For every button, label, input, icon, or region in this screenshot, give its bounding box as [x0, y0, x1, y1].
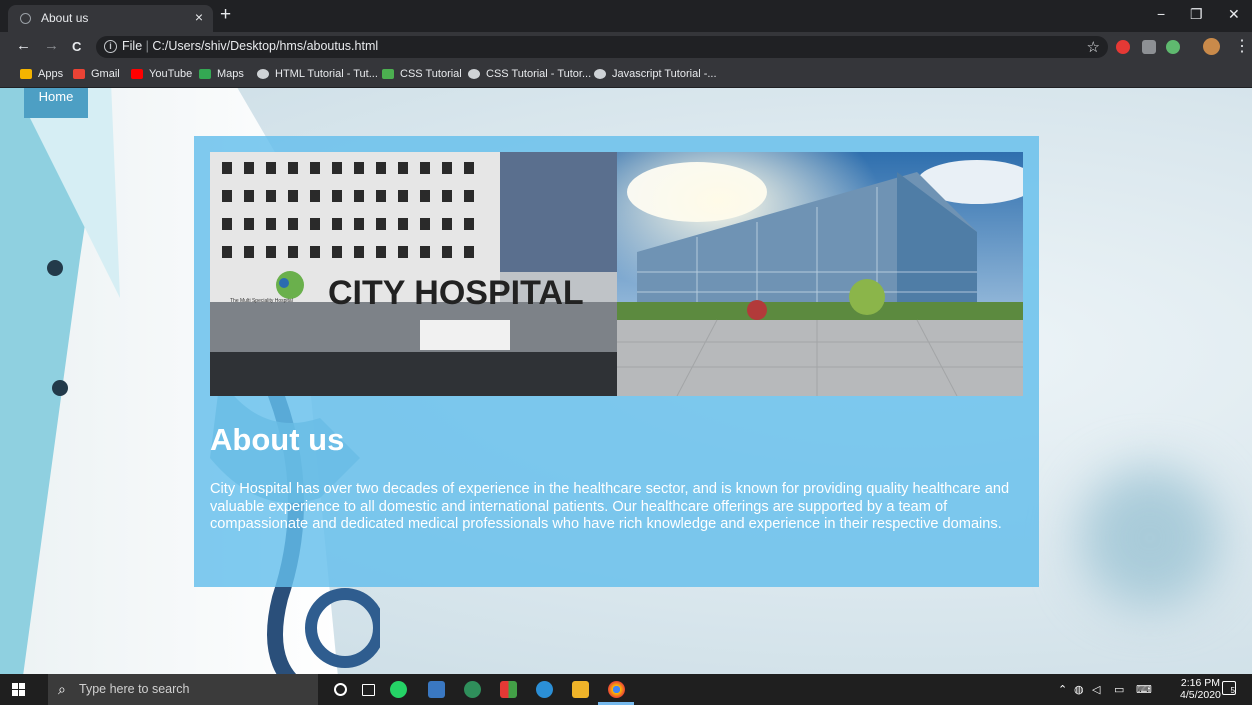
- gear-icon: [257, 69, 269, 79]
- taskbar-search-box[interactable]: ⌕ Type here to search: [48, 674, 318, 705]
- url-path: C:/Users/shiv/Desktop/hms/aboutus.html: [152, 39, 379, 53]
- notification-center-icon[interactable]: 5: [1222, 681, 1236, 695]
- bookmark-label: Javascript Tutorial -...: [612, 68, 717, 80]
- cortana-icon[interactable]: [334, 683, 347, 696]
- youtube-icon: [131, 69, 143, 79]
- menu-icon[interactable]: ⋮: [1234, 36, 1250, 56]
- bookmark-label: CSS Tutorial: [400, 68, 462, 80]
- bookmark-javascript-tutorial[interactable]: Javascript Tutorial -...: [594, 68, 717, 80]
- screen: About us × + − ❐ ✕ ← → C i File | C:/Use…: [0, 0, 1252, 705]
- clock-date: 4/5/2020: [1180, 689, 1221, 701]
- bookmark-star-icon[interactable]: ☆: [1087, 38, 1100, 56]
- tab-title: About us: [41, 11, 89, 25]
- extension-icon[interactable]: [1116, 40, 1130, 54]
- url-scheme: File: [122, 39, 143, 53]
- bookmark-label: Apps: [38, 68, 64, 80]
- file-explorer-icon[interactable]: [572, 681, 589, 698]
- windows-start-icon[interactable]: [12, 683, 26, 697]
- close-window-icon[interactable]: ✕: [1228, 6, 1240, 23]
- hospital-sign-subtitle: The Multi Speciality Hospital: [230, 298, 293, 304]
- bookmark-css-tutorial-2[interactable]: CSS Tutorial - Tutor...: [468, 68, 591, 80]
- browser-tab-strip: About us × + − ❐ ✕: [0, 0, 1252, 32]
- battery-icon[interactable]: ▭: [1114, 683, 1124, 696]
- apps-icon: [20, 69, 32, 79]
- whatsapp-icon[interactable]: [390, 681, 407, 698]
- maximize-icon[interactable]: ❐: [1190, 6, 1203, 23]
- bookmark-css-tutorial[interactable]: CSS Tutorial: [382, 68, 462, 80]
- globe-icon: [20, 13, 31, 24]
- back-icon[interactable]: ←: [16, 37, 31, 54]
- bookmark-label: CSS Tutorial - Tutor...: [486, 68, 592, 80]
- hospital-building-image: [617, 152, 1023, 396]
- search-icon: ⌕: [58, 681, 66, 697]
- about-title: About us: [210, 422, 345, 457]
- new-tab-button[interactable]: +: [220, 5, 231, 25]
- system-clock[interactable]: 2:16 PM 4/5/2020: [1180, 677, 1221, 701]
- bookmarks-bar: Apps Gmail YouTube Maps HTML Tutorial - …: [0, 62, 1252, 88]
- page-viewport: Home CITY HOSPITAL The Multi Speciality …: [0, 88, 1252, 674]
- maps-icon: [199, 69, 211, 79]
- windows-taskbar: ⌕ Type here to search ⌃ ◍ ◁ ▭ ⌨ 2:16 PM …: [0, 674, 1252, 705]
- gmail-icon: [73, 69, 85, 79]
- background-blur: [1080, 468, 1220, 608]
- bookmark-label: YouTube: [149, 68, 193, 80]
- address-bar[interactable]: i File | C:/Users/shiv/Desktop/hms/about…: [96, 36, 1108, 58]
- forward-icon[interactable]: →: [44, 37, 59, 54]
- bookmark-label: HTML Tutorial - Tut...: [275, 68, 378, 80]
- browser-toolbar: ← → C i File | C:/Users/shiv/Desktop/hms…: [0, 32, 1252, 62]
- chrome-icon[interactable]: [608, 681, 625, 698]
- bookmark-youtube[interactable]: YouTube: [131, 68, 192, 80]
- office-icon[interactable]: [500, 681, 517, 698]
- task-view-icon[interactable]: [362, 684, 375, 696]
- tab-close-icon[interactable]: ×: [195, 9, 203, 25]
- url-separator: |: [142, 39, 153, 53]
- bookmark-gmail[interactable]: Gmail: [73, 68, 120, 80]
- store-app-icon[interactable]: [428, 681, 445, 698]
- volume-icon[interactable]: ◁: [1092, 683, 1100, 696]
- bookmark-label: Maps: [217, 68, 244, 80]
- extension-icon[interactable]: [1142, 40, 1156, 54]
- minimize-icon[interactable]: −: [1157, 6, 1165, 22]
- hospital-facade-image: CITY HOSPITAL The Multi Speciality Hospi…: [210, 152, 617, 396]
- css-icon: [382, 69, 394, 79]
- home-nav-button[interactable]: Home: [24, 88, 88, 118]
- edge-icon[interactable]: [536, 681, 553, 698]
- about-description: City Hospital has over two decades of ex…: [210, 481, 1010, 532]
- keyboard-icon[interactable]: ⌨: [1136, 683, 1152, 696]
- clock-time: 2:16 PM: [1180, 677, 1220, 689]
- network-icon[interactable]: ◍: [1074, 683, 1084, 696]
- about-card: CITY HOSPITAL The Multi Speciality Hospi…: [194, 136, 1039, 587]
- info-icon[interactable]: i: [104, 40, 117, 53]
- notification-count: 5: [1230, 686, 1235, 695]
- app-icon[interactable]: [464, 681, 481, 698]
- tray-chevron-icon[interactable]: ⌃: [1058, 683, 1067, 696]
- gear-icon: [468, 69, 480, 79]
- address-text: File | C:/Users/shiv/Desktop/hms/aboutus…: [122, 39, 378, 53]
- hospital-sign-text: CITY HOSPITAL: [328, 274, 584, 312]
- reload-icon[interactable]: C: [72, 39, 81, 54]
- browser-tab[interactable]: About us ×: [8, 5, 213, 32]
- bookmark-label: Gmail: [91, 68, 120, 80]
- extension-icon[interactable]: [1166, 40, 1180, 54]
- bookmark-apps[interactable]: Apps: [20, 68, 63, 80]
- profile-avatar-icon[interactable]: [1203, 38, 1220, 55]
- gear-icon: [594, 69, 606, 79]
- bookmark-html-tutorial[interactable]: HTML Tutorial - Tut...: [257, 68, 378, 80]
- bookmark-maps[interactable]: Maps: [199, 68, 244, 80]
- taskbar-search-placeholder: Type here to search: [79, 682, 190, 696]
